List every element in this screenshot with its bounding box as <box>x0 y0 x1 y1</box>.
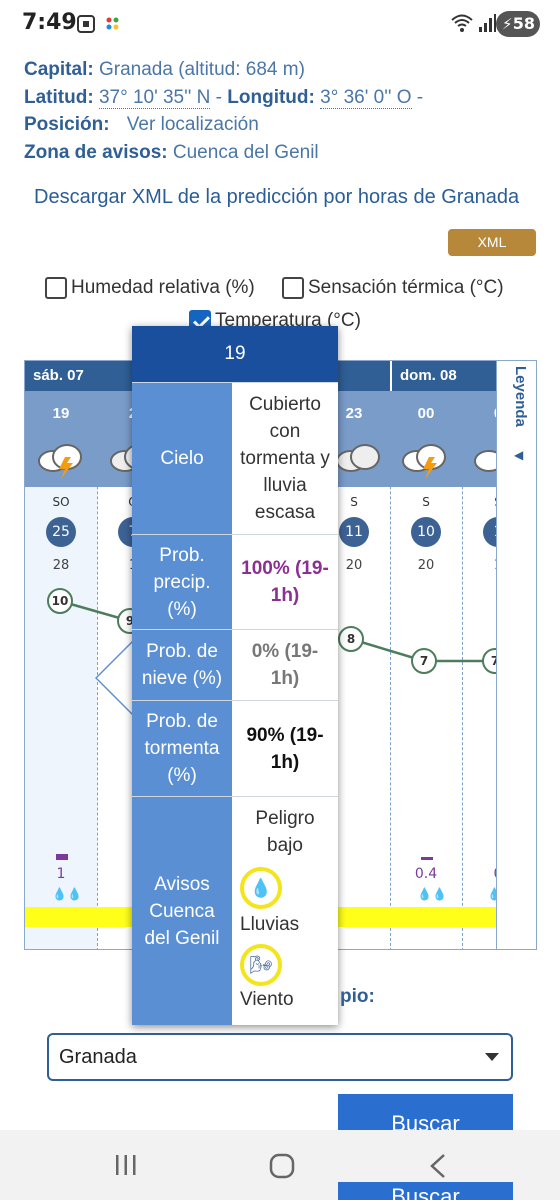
precip-prob-label: Prob. precip. (%) <box>132 535 232 629</box>
capital-row: Capital: Granada (altitud: 684 m) <box>24 56 423 84</box>
rain-drops-icon: 💧 <box>487 887 496 901</box>
wifi-icon <box>450 12 474 38</box>
zona-label: Zona de avisos <box>24 141 162 163</box>
signal-icon <box>478 13 496 37</box>
aviso-viento-label: Viento <box>240 989 294 1010</box>
precip-prob-value: 100% (19-1h) <box>241 558 329 606</box>
temperature-marker: 10 <box>47 588 73 614</box>
cielo-label: Cielo <box>132 383 232 534</box>
battery-indicator: ⚡ 58 <box>496 11 540 37</box>
precip-amount: 0.4 <box>414 866 438 882</box>
precip-bar <box>56 854 68 860</box>
download-xml-link[interactable]: Descargar XML de la predicción por horas… <box>34 186 519 209</box>
zona-row: Zona de avisos: Cuenca del Genil <box>24 139 423 167</box>
latitud-value: 37° 10' 35'' N <box>98 86 211 109</box>
hour-detail-popup: 19 Cielo Cubierto con tormenta y lluvia … <box>132 326 338 1025</box>
posicion-colon: : <box>103 114 110 135</box>
rain-drops-icon: 💧💧 <box>417 887 447 901</box>
longitud-colon: : <box>308 86 315 108</box>
latitud-label: Latitud <box>24 86 88 108</box>
nieve-prob-label: Prob. de nieve (%) <box>132 630 232 700</box>
popup-row-cielo: Cielo Cubierto con tormenta y lluvia esc… <box>132 382 338 534</box>
humedad-label: Humedad relativa (%) <box>71 277 255 298</box>
popup-row-tormenta: Prob. de tormenta (%) 90% (19-1h) <box>132 700 338 796</box>
tormenta-prob-value: 90% (19-1h) <box>246 724 324 773</box>
avisos-value: Peligro bajo 💧 Lluvias 🌬 Viento <box>232 797 338 1026</box>
back-icon[interactable] <box>428 1152 448 1184</box>
ver-localizacion-link[interactable]: Ver localización <box>127 114 259 135</box>
screenshot-icon <box>76 14 96 38</box>
popup-row-nieve: Prob. de nieve (%) 0% (19-1h) <box>132 629 338 700</box>
chevron-down-icon <box>485 1053 499 1061</box>
battery-level: 58 <box>512 14 535 33</box>
coords-row: Latitud: 37° 10' 35'' N - Longitud: 3° 3… <box>24 84 423 112</box>
wind-warning-icon: 🌬 <box>240 944 282 986</box>
popup-row-avisos: Avisos Cuenca del Genil Peligro bajo 💧 L… <box>132 796 338 1025</box>
nieve-prob-value: 0% (19-1h) <box>251 641 319 689</box>
municipio-selected-value: Granada <box>59 1046 137 1068</box>
rain-drops-icon: 💧💧 <box>52 887 82 901</box>
sensacion-option[interactable]: Sensación térmica (°C) <box>282 277 504 299</box>
legend-toggle[interactable]: Leyenda <box>512 366 529 427</box>
buscar-button-secondary[interactable]: Buscar <box>338 1182 513 1200</box>
zona-colon: : <box>161 141 168 163</box>
aviso-lluvias-label: Lluvias <box>240 914 300 935</box>
app-dots-icon <box>104 14 122 38</box>
legend-arrow-icon[interactable]: ◀ <box>514 448 523 462</box>
rain-warning-icon: 💧 <box>240 867 282 909</box>
avisos-label: Avisos Cuenca del Genil <box>132 797 232 1025</box>
tormenta-prob-label: Prob. de tormenta (%) <box>132 701 232 796</box>
location-info: Capital: Granada (altitud: 684 m) Latitu… <box>24 56 423 166</box>
humedad-checkbox[interactable] <box>45 277 67 299</box>
charging-icon: ⚡ <box>502 15 513 33</box>
recent-apps-icon[interactable] <box>114 1152 138 1182</box>
precip-amount: 0 <box>462 866 496 882</box>
popup-pointer-inner <box>97 642 133 714</box>
zona-value: Cuenca del Genil <box>172 141 319 163</box>
posicion-row: Posición: Ver localización <box>24 111 423 139</box>
coords-trailing-dash: - <box>416 86 424 108</box>
aviso-level: Peligro bajo <box>255 808 315 856</box>
xml-button[interactable]: XML <box>448 229 536 256</box>
sensacion-checkbox[interactable] <box>282 277 304 299</box>
sensacion-label: Sensación térmica (°C) <box>308 277 504 298</box>
temperature-marker: 7 <box>411 648 437 674</box>
precip-amount: 1 <box>56 866 66 882</box>
municipio-select[interactable]: Granada <box>47 1033 513 1081</box>
latitud-colon: : <box>87 86 94 108</box>
popup-hour: 19 <box>132 326 338 382</box>
status-time: 7:49 <box>22 10 77 35</box>
humedad-option[interactable]: Humedad relativa (%) <box>45 277 255 299</box>
posicion-label: Posición <box>24 114 104 135</box>
temperature-marker: 8 <box>338 626 364 652</box>
home-icon[interactable] <box>268 1152 296 1184</box>
capital-value: Granada (altitud: 684 m) <box>98 59 305 80</box>
longitud-label: Longitud <box>227 86 309 108</box>
longitud-value: 3° 36' 0'' O <box>320 86 412 109</box>
municipio-label: pio: <box>340 986 375 1007</box>
coords-separator: - <box>215 86 222 108</box>
capital-label: Capital: <box>24 59 94 80</box>
status-bar: 7:49 ⚡ 58 <box>0 0 560 50</box>
cielo-value: Cubierto con tormenta y lluvia escasa <box>240 394 330 523</box>
precip-bar <box>421 857 433 860</box>
popup-row-precip: Prob. precip. (%) 100% (19-1h) <box>132 534 338 629</box>
